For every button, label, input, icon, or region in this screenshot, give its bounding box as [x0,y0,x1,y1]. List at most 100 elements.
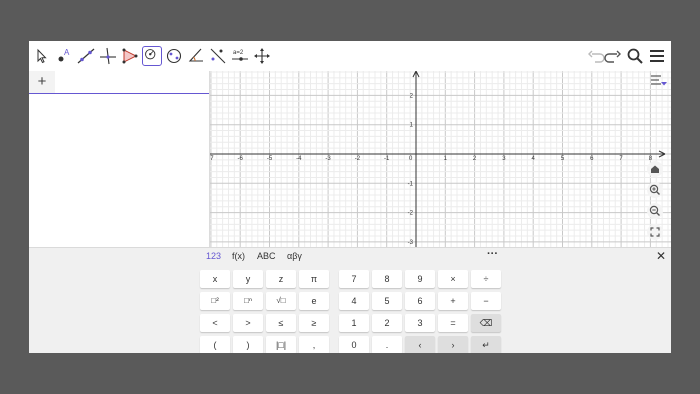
key-right-2-4[interactable]: ⌫ [471,314,501,332]
circle-tool[interactable] [142,46,162,66]
svg-text:A: A [64,48,70,57]
line-tool-icon [77,48,95,64]
polygon-tool[interactable] [120,46,140,66]
key-left-0-3[interactable]: π [299,270,329,288]
fullscreen-button[interactable] [647,224,663,240]
key-left-1-3[interactable]: e [299,292,329,310]
circle-tool-icon [145,49,156,60]
x-tick-label: -2 [355,156,361,162]
tab-numbers[interactable]: 123 [206,251,221,261]
key-left-1-0[interactable]: □² [200,292,230,310]
y-tick-label: -2 [408,211,414,217]
key-left-2-2[interactable]: ≤ [266,314,296,332]
search-icon [627,48,643,64]
angle-tool-icon [188,48,203,62]
key-right-1-2[interactable]: 6 [405,292,435,310]
key-left-3-0[interactable]: ( [200,336,230,353]
key-left-3-3[interactable]: , [299,336,329,353]
key-left-0-0[interactable]: x [200,270,230,288]
x-tick-label: 5 [561,156,565,162]
zoom-in-icon [649,184,660,195]
search-button[interactable] [625,46,645,66]
y-tick-label: -3 [408,240,414,246]
x-tick-label: -6 [238,156,244,162]
close-keyboard-button[interactable]: ✕ [656,249,666,263]
key-right-0-2[interactable]: 9 [405,270,435,288]
style-bar-icon [651,75,667,86]
home-icon [651,165,659,173]
key-right-3-3[interactable]: › [438,336,468,353]
ellipse-tool[interactable] [164,46,184,66]
more-keys-button[interactable]: ··· [487,248,498,260]
point-tool[interactable]: A [54,46,74,66]
move-tool-icon [37,48,47,64]
x-tick-label: -7 [210,156,214,162]
key-right-3-4[interactable]: ↵ [471,336,501,353]
key-left-1-1[interactable]: □ⁿ [233,292,263,310]
key-left-0-1[interactable]: y [233,270,263,288]
y-tick-label: 1 [410,123,414,129]
key-right-1-1[interactable]: 5 [372,292,402,310]
y-tick-label: -1 [408,181,414,187]
key-left-0-2[interactable]: z [266,270,296,288]
x-tick-label: -5 [267,156,273,162]
slider-tool-icon: a=2 [232,50,248,61]
ellipse-tool-icon [166,48,182,64]
style-bar-button[interactable] [650,73,668,87]
key-right-3-0[interactable]: 0 [339,336,369,353]
key-right-3-2[interactable]: ‹ [405,336,435,353]
tab-functions[interactable]: f(x) [232,251,245,261]
zoom-out-icon [649,205,660,216]
key-right-0-0[interactable]: 7 [339,270,369,288]
home-button[interactable] [647,161,663,177]
x-tick-label: 6 [590,156,594,162]
key-left-1-2[interactable]: √□ [266,292,296,310]
reflect-tool[interactable] [208,46,228,66]
tab-letters[interactable]: ABC [257,251,276,261]
angle-tool[interactable] [186,46,206,66]
add-item-button[interactable]: + [29,71,55,93]
key-right-0-3[interactable]: × [438,270,468,288]
x-tick-label: -1 [384,156,390,162]
key-right-2-2[interactable]: 3 [405,314,435,332]
key-right-1-3[interactable]: + [438,292,468,310]
key-right-0-4[interactable]: ÷ [471,270,501,288]
zoom-in-button[interactable] [647,182,663,198]
key-right-2-3[interactable]: = [438,314,468,332]
x-tick-label: 7 [619,156,623,162]
tab-greek[interactable]: αβγ [287,251,302,261]
slider-tool[interactable]: a=2 [230,46,250,66]
svg-text:a=2: a=2 [233,50,244,56]
main-menu-button[interactable] [647,46,667,66]
move-graphics-view-icon [254,48,270,64]
graphics-view[interactable]: -7-6-5-4-3-2-101234567821-1-2-3 [210,71,671,247]
key-left-2-1[interactable]: > [233,314,263,332]
key-left-3-2[interactable]: |□| [266,336,296,353]
x-tick-label: 0 [409,156,413,162]
polygon-tool-icon [122,48,138,64]
key-right-0-1[interactable]: 8 [372,270,402,288]
key-right-2-1[interactable]: 2 [372,314,402,332]
key-left-2-3[interactable]: ≥ [299,314,329,332]
line-tool[interactable] [76,46,96,66]
key-right-1-4[interactable]: − [471,292,501,310]
move-tool[interactable] [32,46,52,66]
key-left-3-1[interactable]: ) [233,336,263,353]
redo-icon [604,50,621,63]
key-right-1-0[interactable]: 4 [339,292,369,310]
move-graphics-view-tool[interactable] [252,46,272,66]
redo-button[interactable] [603,46,623,66]
virtual-keyboard: 123 f(x) ABC αβγ ··· ✕ x y z π □² □ⁿ √□ e < > ≤ ≥ ()… [29,247,671,353]
perpendicular-tool[interactable] [98,46,118,66]
zoom-out-button[interactable] [647,203,663,219]
x-tick-label: 4 [532,156,536,162]
key-right-2-0[interactable]: 1 [339,314,369,332]
algebra-input[interactable] [61,75,201,89]
x-tick-label: 1 [444,156,448,162]
geogebra-app: A a=2 + 7 -6 -5 -4 -3 -2 -1 0 1 2 3 4 5 … [29,41,671,353]
fullscreen-icon [650,227,660,237]
x-tick-label: -3 [325,156,331,162]
coordinate-grid[interactable]: -7-6-5-4-3-2-101234567821-1-2-3 [210,71,671,247]
key-right-3-1[interactable]: . [372,336,402,353]
key-left-2-0[interactable]: < [200,314,230,332]
